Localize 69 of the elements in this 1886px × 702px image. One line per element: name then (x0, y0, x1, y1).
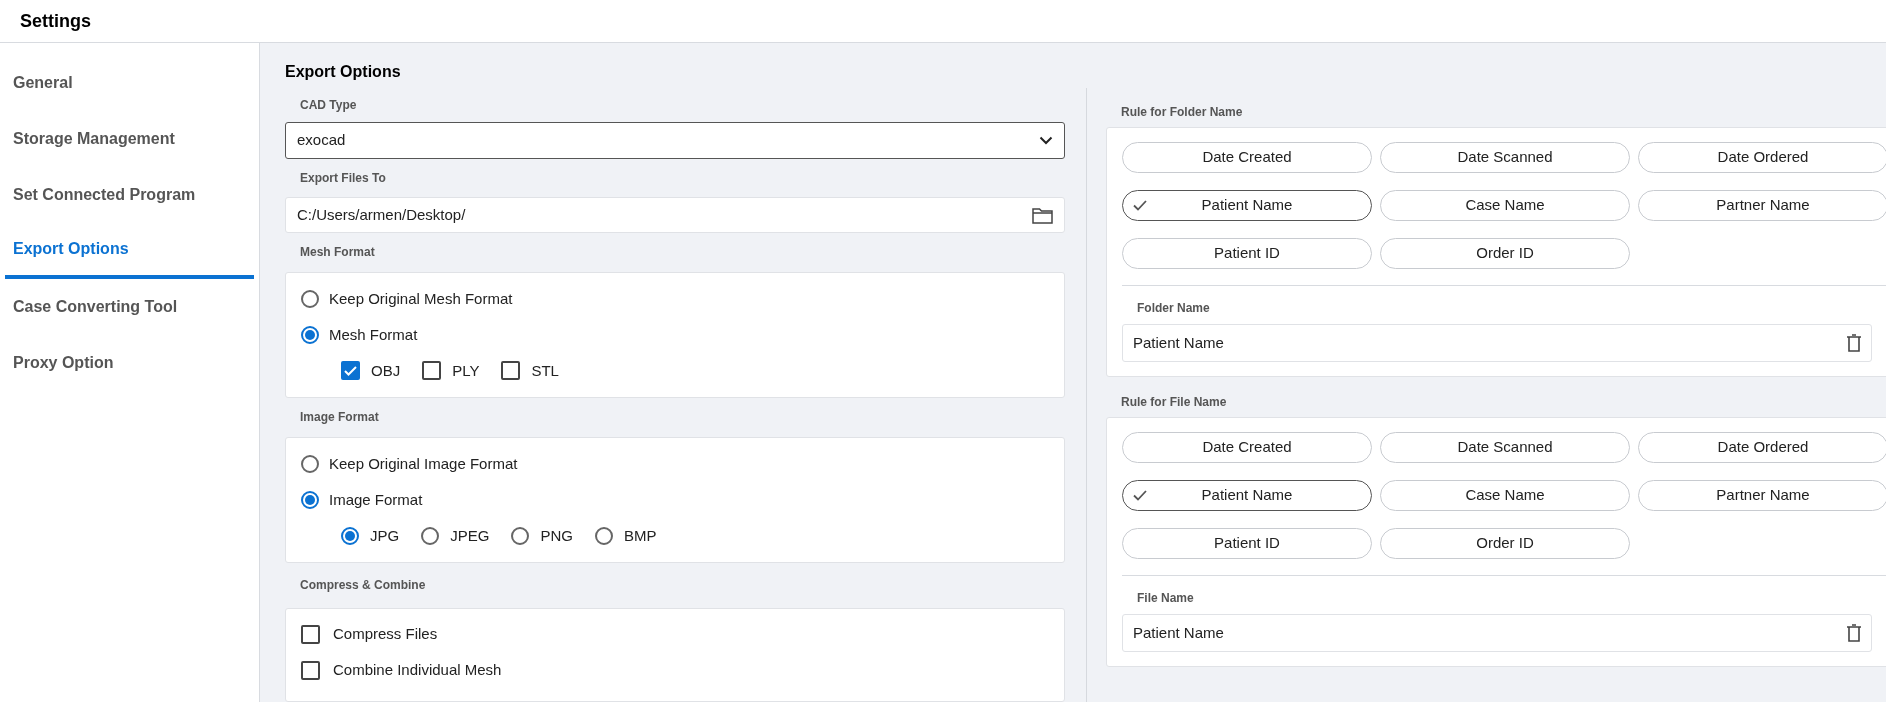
name-preview-field[interactable]: Patient Name (1122, 614, 1872, 652)
sidebar-item[interactable]: Storage Management (5, 111, 254, 167)
checkbox[interactable] (301, 625, 320, 645)
token-chip[interactable]: Patient Name (1122, 480, 1372, 511)
token-chip[interactable]: Order ID (1380, 238, 1630, 269)
checkbox[interactable] (301, 661, 320, 681)
radio-button[interactable] (301, 491, 319, 509)
option-label: JPEG (450, 525, 490, 546)
chevron-down-icon (1039, 136, 1053, 145)
token-chip[interactable]: Partner Name (1638, 190, 1886, 221)
radio-button[interactable] (301, 289, 319, 308)
radio-button[interactable] (301, 325, 319, 344)
window-title: Settings (20, 9, 91, 33)
option-label: STL (531, 360, 559, 381)
token-chip[interactable]: Patient Name (1122, 190, 1372, 221)
field-label: Mesh Format (299, 244, 376, 262)
option-label: JPG (370, 525, 400, 546)
trash-icon[interactable] (1847, 624, 1861, 642)
option-label: Mesh Format (329, 324, 418, 345)
option-label: Keep Original Image Format (329, 453, 518, 474)
token-chip[interactable]: Order ID (1380, 528, 1630, 559)
field-label: Image Format (299, 409, 380, 427)
trash-icon[interactable] (1847, 334, 1861, 352)
radio-button[interactable] (421, 527, 440, 545)
field-label: CAD Type (299, 96, 358, 114)
field-label: Rule for File Name (1120, 394, 1228, 411)
option-label: Keep Original Mesh Format (329, 288, 513, 309)
field-label: Compress & Combine (299, 577, 427, 595)
name-preview-field[interactable]: Patient Name (1122, 324, 1872, 362)
field-label: File Name (1136, 590, 1195, 607)
radio-button[interactable] (341, 527, 359, 545)
radio-button[interactable] (301, 455, 319, 473)
sidebar-item[interactable]: General (5, 55, 254, 111)
option-label: Image Format (329, 489, 423, 510)
token-chip[interactable]: Case Name (1380, 190, 1630, 221)
token-chip[interactable]: Date Created (1122, 432, 1372, 463)
section-title: Export Options (285, 61, 402, 82)
export-path-field[interactable]: C:/Users/armen/Desktop/ (285, 197, 1065, 233)
checkbox[interactable] (422, 361, 442, 381)
checkbox[interactable] (501, 361, 521, 381)
token-chip[interactable]: Date Scanned (1380, 142, 1630, 173)
token-chip[interactable]: Date Scanned (1380, 432, 1630, 463)
token-chip[interactable]: Case Name (1380, 480, 1630, 511)
token-chip[interactable]: Patient ID (1122, 238, 1372, 269)
checkmark-icon (1133, 490, 1147, 501)
radio-button[interactable] (511, 527, 530, 545)
option-label: PLY (452, 360, 480, 381)
field-label: Rule for Folder Name (1120, 104, 1244, 121)
sidebar-item[interactable]: Export Options (5, 223, 254, 279)
token-chip[interactable]: Date Ordered (1638, 142, 1886, 173)
sidebar-item[interactable]: Proxy Option (5, 335, 254, 391)
token-chip[interactable]: Date Ordered (1638, 432, 1886, 463)
field-label: Export Files To (299, 170, 387, 188)
option-label: OBJ (371, 360, 401, 381)
token-chip[interactable]: Patient ID (1122, 528, 1372, 559)
radio-button[interactable] (594, 527, 613, 545)
field-label: Folder Name (1136, 300, 1211, 317)
option-label: Compress Files (333, 624, 438, 645)
folder-icon[interactable] (1032, 206, 1053, 224)
sidebar-item[interactable]: Case Converting Tool (5, 279, 254, 335)
token-chip[interactable]: Date Created (1122, 142, 1372, 173)
cad-type-dropdown[interactable]: exocad (285, 121, 1065, 160)
sidebar-item[interactable]: Set Connected Program (5, 167, 254, 223)
checkmark-icon (1133, 200, 1147, 211)
checkbox[interactable] (341, 361, 360, 381)
option-label: PNG (540, 525, 573, 546)
option-label: Combine Individual Mesh (333, 660, 502, 681)
option-label: BMP (623, 525, 657, 546)
token-chip[interactable]: Partner Name (1638, 480, 1886, 511)
